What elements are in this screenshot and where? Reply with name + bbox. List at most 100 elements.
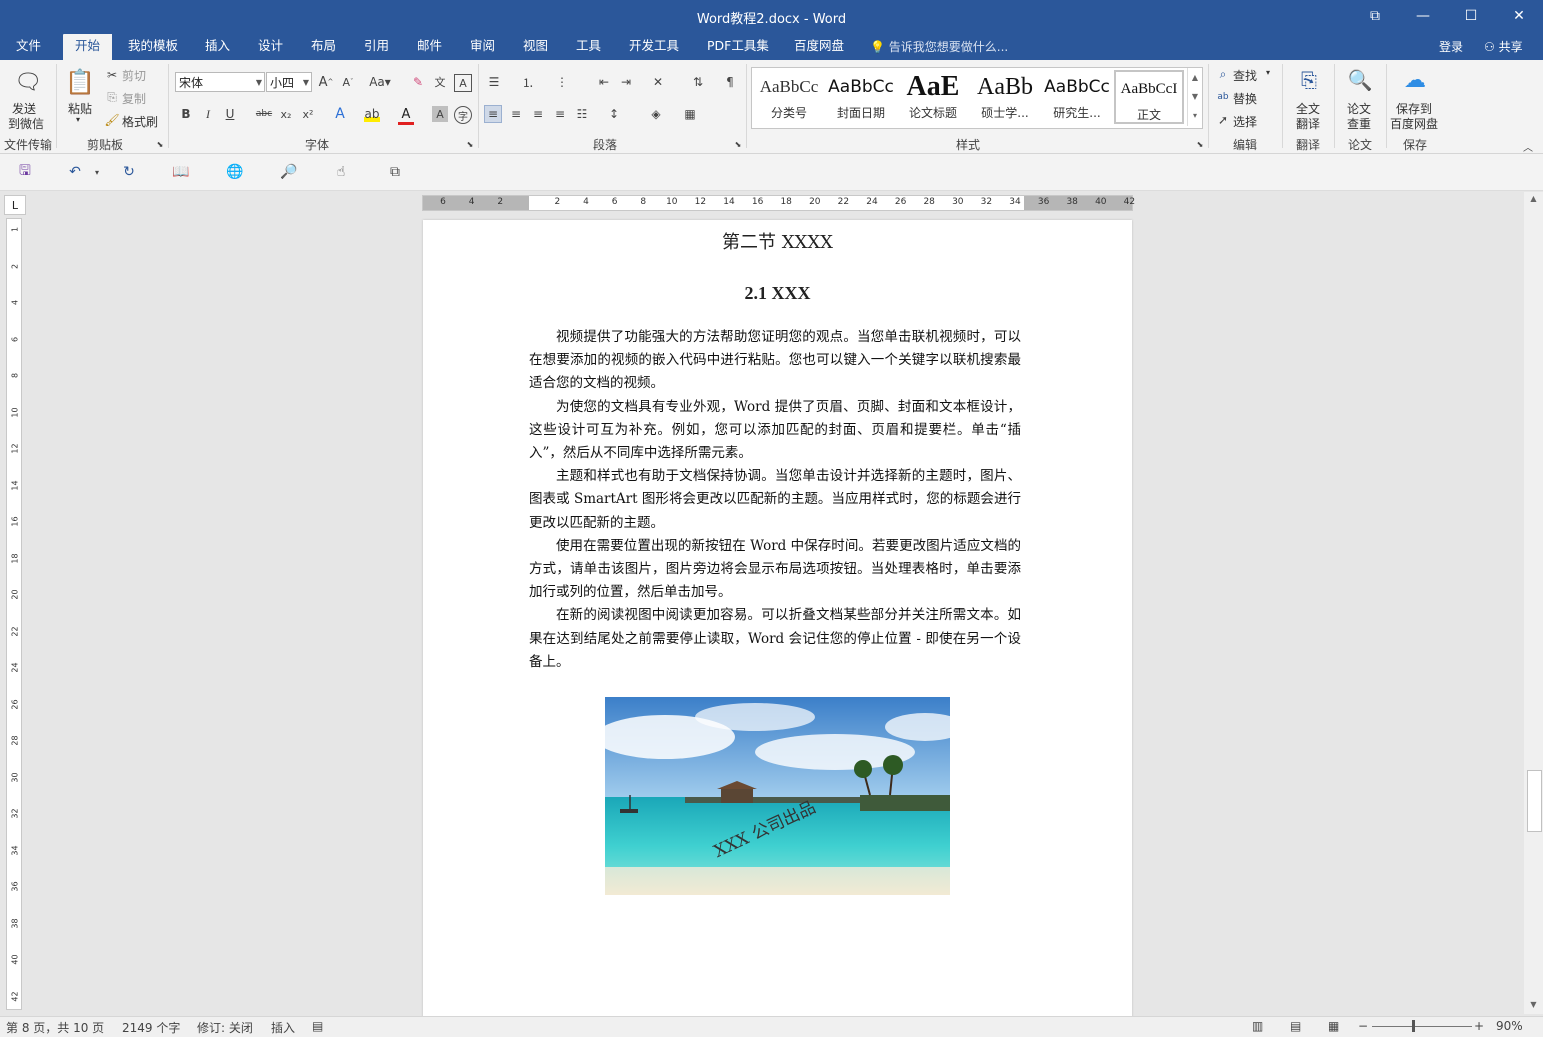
replace-button[interactable]: 替换 <box>1233 90 1257 107</box>
bullets-icon[interactable]: ☰ <box>486 74 502 90</box>
font-name-combo[interactable]: 宋体 ▼ <box>175 72 265 92</box>
font-size-combo[interactable]: 小四 ▼ <box>266 72 312 92</box>
tab-baidu-netdisk[interactable]: 百度网盘 <box>782 34 856 60</box>
increase-indent-icon[interactable]: ⇥ <box>618 74 634 90</box>
tab-selector[interactable]: L <box>4 195 26 215</box>
undo-icon[interactable]: ↶ <box>64 163 86 181</box>
styles-scroll[interactable]: ▲ ▼ ▾ <box>1187 68 1202 126</box>
style-item[interactable]: AaBbCcI 正文 <box>1114 70 1184 124</box>
paste-dropdown-icon[interactable]: ▾ <box>76 115 80 124</box>
read-mode-icon[interactable]: 📖 <box>170 163 192 181</box>
login-link[interactable]: 登录 <box>1439 38 1463 55</box>
strikethrough-icon[interactable]: abc <box>256 106 272 122</box>
maximize-button[interactable]: ☐ <box>1447 0 1495 32</box>
page-count[interactable]: 第 8 页，共 10 页 <box>6 1019 104 1036</box>
tab-developer[interactable]: 开发工具 <box>617 34 691 60</box>
touch-mode-icon[interactable]: ☝ <box>330 163 352 181</box>
enclose-char-icon[interactable]: 字 <box>454 106 472 124</box>
paste-icon[interactable]: 📋 <box>65 66 95 98</box>
tell-me-box[interactable]: 💡 告诉我您想要做什么... <box>870 38 1008 55</box>
insert-mode[interactable]: 插入 <box>271 1019 295 1036</box>
font-color-icon[interactable]: A <box>398 106 414 125</box>
tab-references[interactable]: 引用 <box>352 34 401 60</box>
char-border-icon[interactable]: A <box>454 74 472 92</box>
subscript-icon[interactable]: x₂ <box>278 106 294 122</box>
grow-font-icon[interactable]: A ^ <box>318 74 334 90</box>
italic-icon[interactable]: I <box>200 106 216 122</box>
minimize-button[interactable]: — <box>1399 0 1447 32</box>
dialog-launcher-icon[interactable]: ⬊ <box>156 140 164 149</box>
cut-button[interactable]: 剪切 <box>122 67 146 84</box>
zoom-slider[interactable] <box>1372 1026 1472 1027</box>
share-button[interactable]: ⚇ 共享 <box>1478 36 1529 57</box>
line-spacing-icon[interactable]: ↕ <box>606 106 622 122</box>
scroll-down-icon[interactable]: ▼ <box>1527 1000 1540 1012</box>
word-count[interactable]: 2149 个字 <box>122 1019 180 1036</box>
web-layout-icon[interactable]: 🌐 <box>224 163 246 181</box>
translate-label-2[interactable]: 翻译 <box>1296 115 1320 132</box>
track-changes-status[interactable]: 修订: 关闭 <box>197 1019 253 1036</box>
show-marks-icon[interactable]: ¶ <box>722 74 738 90</box>
print-preview-icon[interactable]: 🔎 <box>278 163 300 181</box>
justify-icon[interactable]: ≡ <box>552 106 568 122</box>
read-mode-view-icon[interactable]: ▥ <box>1252 1019 1263 1033</box>
redo-icon[interactable]: ↻ <box>118 163 140 181</box>
shading-icon[interactable]: ◈ <box>648 106 664 122</box>
bold-icon[interactable]: B <box>178 106 194 122</box>
macro-record-icon[interactable]: ▤ <box>312 1019 323 1033</box>
style-item[interactable]: AaBbCc 封面日期 <box>826 70 896 124</box>
align-center-icon[interactable]: ≡ <box>508 106 524 122</box>
select-button[interactable]: 选择 <box>1233 113 1257 130</box>
print-layout-view-icon[interactable]: ▤ <box>1290 1019 1301 1033</box>
customize-icon[interactable]: ⧉ <box>384 163 406 181</box>
tab-tools[interactable]: 工具 <box>564 34 613 60</box>
underline-icon[interactable]: U <box>222 106 238 122</box>
dialog-launcher-icon[interactable]: ⬊ <box>466 140 474 149</box>
tab-pdf-tools[interactable]: PDF工具集 <box>695 34 781 60</box>
char-shading-icon[interactable]: A <box>432 106 448 122</box>
send-label-2[interactable]: 到微信 <box>8 115 44 132</box>
tab-file[interactable]: 文件 <box>4 34 53 60</box>
tab-view[interactable]: 视图 <box>511 34 560 60</box>
dialog-launcher-icon[interactable]: ⬊ <box>734 140 742 149</box>
document-body[interactable]: 视频提供了功能强大的方法帮助您证明您的观点。当您单击联机视频时，可以在想要添加的… <box>529 326 1021 674</box>
tab-layout[interactable]: 布局 <box>299 34 348 60</box>
scroll-thumb[interactable] <box>1527 770 1542 832</box>
numbering-icon[interactable]: ⒈ <box>520 74 536 90</box>
style-item[interactable]: AaE 论文标题 <box>898 70 968 124</box>
scroll-up-icon[interactable]: ▲ <box>1527 194 1540 206</box>
dialog-launcher-icon[interactable]: ⬊ <box>1196 140 1204 149</box>
shrink-font-icon[interactable]: Aˇ <box>340 74 356 90</box>
find-button[interactable]: 查找 <box>1233 67 1257 84</box>
document-page[interactable]: 第二节 XXXX 2.1 XXX 视频提供了功能强大的方法帮助您证明您的观点。当… <box>423 220 1132 1020</box>
phonetic-guide-icon[interactable]: 文 <box>432 74 448 90</box>
vertical-ruler[interactable]: 1 2 4 6 8 10 12 14 16 18 20 22 24 26 28 30 32 34 36 38 40 42 <box>6 218 22 1010</box>
thesis-label-2[interactable]: 查重 <box>1347 115 1371 132</box>
style-item[interactable]: AaBb 硕士学... <box>970 70 1040 124</box>
vertical-scrollbar[interactable]: ▲ ▼ <box>1524 192 1543 1014</box>
decrease-indent-icon[interactable]: ⇤ <box>596 74 612 90</box>
zoom-in-icon[interactable]: + <box>1474 1019 1484 1033</box>
sort-icon[interactable]: ⇅ <box>690 74 706 90</box>
style-item[interactable]: AaBbCc 研究生... <box>1042 70 1112 124</box>
chevron-down-icon[interactable]: ▾ <box>86 163 108 181</box>
distributed-icon[interactable]: ☷ <box>574 106 590 122</box>
save-icon[interactable]: 🖫 <box>14 163 36 181</box>
horizontal-ruler[interactable]: 6 4 2 2 4 6 8 10 12 14 16 18 20 22 24 26 28 30 32 34 36 38 40 4… <box>422 195 1135 211</box>
beach-photo[interactable]: XXX 公司出品 <box>605 697 950 895</box>
tab-review[interactable]: 审阅 <box>458 34 507 60</box>
highlight-icon[interactable]: ab <box>364 106 380 122</box>
align-left-icon[interactable]: ≡ <box>484 105 502 123</box>
chevron-down-icon[interactable]: ▾ <box>1266 68 1270 77</box>
save-label-2[interactable]: 百度网盘 <box>1390 115 1438 132</box>
tab-insert[interactable]: 插入 <box>193 34 242 60</box>
tab-design[interactable]: 设计 <box>246 34 295 60</box>
chinese-layout-icon[interactable]: ✕ <box>650 74 666 90</box>
change-case-icon[interactable]: Aa▾ <box>368 74 392 90</box>
format-painter-button[interactable]: 格式刷 <box>122 113 158 130</box>
close-button[interactable]: ✕ <box>1495 0 1543 32</box>
align-right-icon[interactable]: ≡ <box>530 106 546 122</box>
tab-my-templates[interactable]: 我的模板 <box>116 34 190 60</box>
superscript-icon[interactable]: x² <box>300 106 316 122</box>
ribbon-display-options-icon[interactable]: ⧉ <box>1351 0 1399 32</box>
